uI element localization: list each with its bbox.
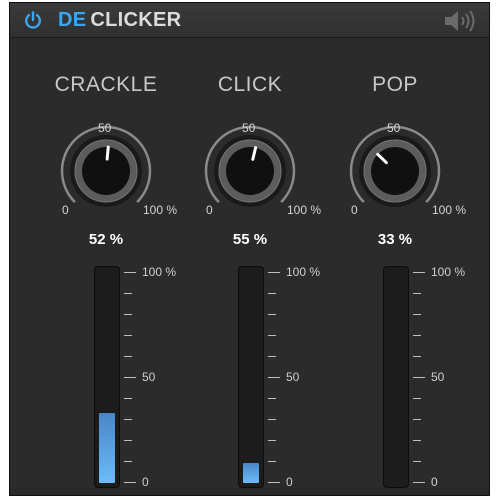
crackle-meter-scale: 100 % 50 0 <box>124 265 194 489</box>
crackle-value: 52 % <box>88 231 124 248</box>
crackle-knob-max: 100 % <box>143 203 178 217</box>
meter-tick <box>124 293 132 294</box>
meter-tick <box>268 419 276 420</box>
meter-tick <box>268 398 276 399</box>
meter-scale-label-bottom: 0 <box>431 475 438 489</box>
pop-meter <box>383 266 409 488</box>
title-prefix: DE <box>58 9 87 31</box>
meter-tick <box>268 482 280 483</box>
power-icon[interactable] <box>23 10 43 30</box>
meter-tick <box>124 377 136 378</box>
speaker-icon[interactable] <box>443 9 477 33</box>
title-bar: DE CLICKER <box>10 3 489 38</box>
meter-tick <box>268 356 276 357</box>
meter-scale-label-mid: 50 <box>431 370 445 384</box>
meter-tick <box>413 419 421 420</box>
meter-tick <box>413 356 421 357</box>
meter-tick <box>413 335 421 336</box>
meter-scale-label-bottom: 0 <box>286 475 293 489</box>
meter-scale-label-top: 100 % <box>286 265 321 279</box>
meter-tick <box>413 440 421 441</box>
click-value: 55 % <box>232 231 268 248</box>
meter-tick <box>268 293 276 294</box>
meter-tick <box>124 482 136 483</box>
crackle-knob-mid: 50 <box>98 121 112 135</box>
meter-tick <box>413 314 421 315</box>
meter-tick <box>124 440 132 441</box>
crackle-meter-fill <box>99 413 115 483</box>
title-name: CLICKER <box>90 9 182 31</box>
meter-tick <box>268 335 276 336</box>
pop-knob-mid: 50 <box>387 121 401 135</box>
crackle-label: CRACKLE <box>54 73 158 96</box>
click-label: CLICK <box>217 73 283 96</box>
pop-value: 33 % <box>377 231 413 248</box>
crackle-meter <box>94 266 120 488</box>
meter-scale-label-bottom: 0 <box>142 475 149 489</box>
meter-tick <box>124 314 132 315</box>
meter-tick <box>124 461 132 462</box>
meter-scale-label-mid: 50 <box>286 370 300 384</box>
pop-label: POP <box>372 73 418 96</box>
meter-scale-label-mid: 50 <box>142 370 156 384</box>
meter-tick <box>124 356 132 357</box>
meter-tick <box>413 482 425 483</box>
meter-tick <box>268 440 276 441</box>
click-meter <box>238 266 264 488</box>
meter-tick <box>413 293 421 294</box>
meter-tick <box>268 461 276 462</box>
meter-tick <box>413 272 425 273</box>
meter-tick <box>413 398 421 399</box>
pop-meter-scale: 100 % 50 0 <box>413 265 483 489</box>
meter-tick <box>413 461 421 462</box>
pop-knob-min: 0 <box>351 203 358 217</box>
declicker-panel: DE CLICKER CRACKLE 50 0 100 % 52 % 100 % 5… <box>9 2 490 496</box>
meter-scale-label-top: 100 % <box>431 265 466 279</box>
click-knob-min: 0 <box>206 203 213 217</box>
meter-tick <box>268 377 280 378</box>
meter-tick <box>124 335 132 336</box>
meter-tick <box>124 272 136 273</box>
meter-tick <box>268 272 280 273</box>
pop-knob-max: 100 % <box>432 203 467 217</box>
click-knob-max: 100 % <box>287 203 322 217</box>
plugin-title: DE CLICKER <box>58 9 181 32</box>
click-meter-scale: 100 % 50 0 <box>268 265 338 489</box>
meter-tick <box>268 314 276 315</box>
meter-tick <box>124 419 132 420</box>
click-knob-mid: 50 <box>242 121 256 135</box>
meter-tick <box>124 398 132 399</box>
meter-tick <box>413 377 425 378</box>
crackle-knob-min: 0 <box>62 203 69 217</box>
meter-scale-label-top: 100 % <box>142 265 177 279</box>
click-meter-fill <box>243 462 259 483</box>
